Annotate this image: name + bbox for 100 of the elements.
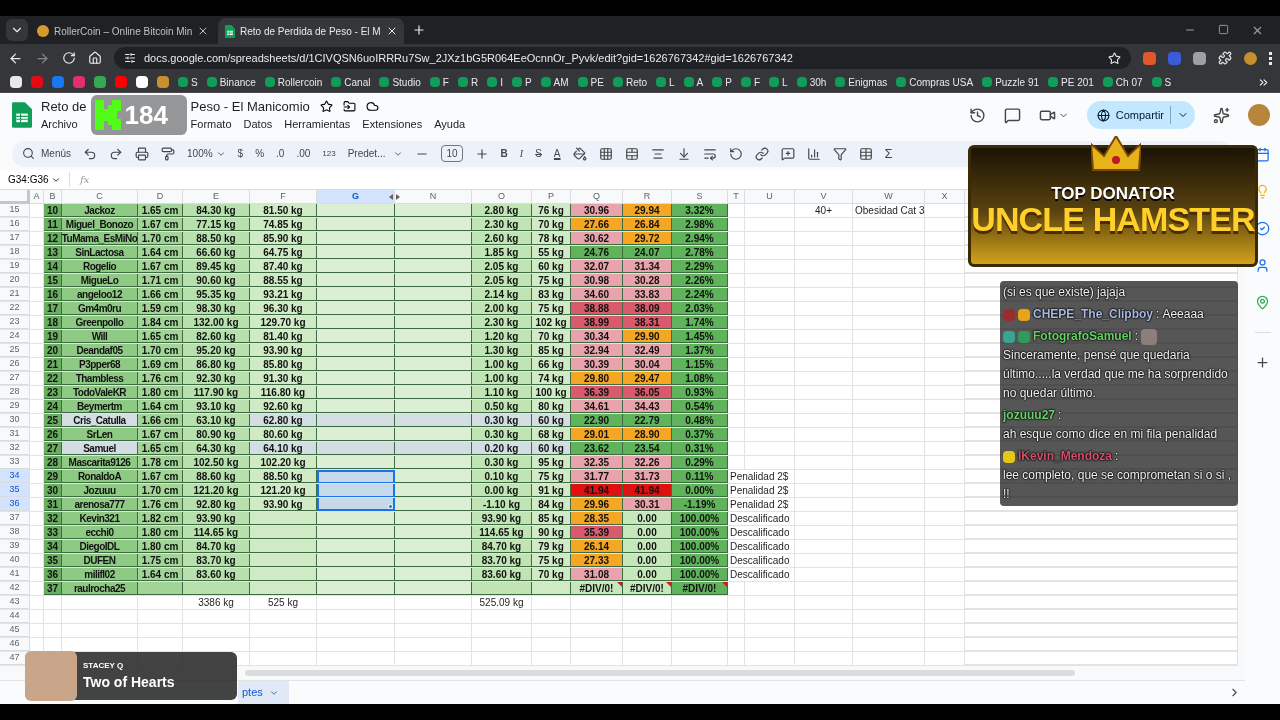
table-cell[interactable] [317,470,395,483]
table-cell[interactable] [317,498,395,511]
align-icon[interactable] [650,146,665,161]
menu-item[interactable]: Formato [190,115,232,133]
table-cell[interactable] [317,484,395,497]
row-header[interactable]: 31 [0,428,30,441]
filter-icon[interactable] [832,146,847,161]
bookmark-link[interactable]: Reto [612,74,648,90]
browser-tab[interactable]: Reto de Perdida de Peso - El M [218,18,404,44]
tab-list-button[interactable] [6,19,28,41]
menu-item[interactable]: Herramientas [284,115,351,133]
bookmark-favicon-icon[interactable] [136,76,148,88]
column-header[interactable]: T [728,190,745,204]
fill-handle[interactable] [388,504,393,509]
row-header[interactable]: 39 [0,540,30,553]
bookmark-link[interactable]: Puzzle 91 [982,74,1040,90]
browser-tab[interactable]: RollerCoin – Online Bitcoin Min [30,18,216,44]
wrap-text-icon[interactable] [702,146,717,161]
address-bar[interactable]: docs.google.com/spreadsheets/d/1CIVQSN6uoIRRRu7Sw_2JXz1bG5R064EeOcnnOr_Pyvk/edit?gid=1626767342#gid=1626767342 [114,47,1131,69]
cloud-status-icon[interactable] [365,100,379,114]
row-header[interactable]: 40 [0,554,30,567]
row-header[interactable]: 33 [0,456,30,469]
bookmark-star-icon[interactable] [1108,51,1121,65]
sparkle-icon[interactable] [1213,106,1230,124]
document-title[interactable]: Reto de [41,97,87,116]
row-header[interactable]: 15 [0,204,30,217]
borders-icon[interactable] [598,146,613,161]
row-header[interactable]: 41 [0,568,30,581]
row-header[interactable]: 23 [0,316,30,329]
row-header[interactable]: 16 [0,218,30,231]
hamster-extension-icon[interactable] [1244,51,1257,65]
row-header[interactable]: 24 [0,330,30,343]
bookmark-link[interactable]: F [740,74,761,90]
undo-icon[interactable] [83,146,97,161]
text-color-button[interactable]: A [553,146,561,161]
bookmark-link[interactable]: S [1151,74,1172,90]
text-rotation-icon[interactable] [728,146,743,161]
avatar-icon[interactable] [1248,104,1270,126]
row-header[interactable]: 29 [0,400,30,413]
bookmark-link[interactable]: Binance [206,74,256,90]
row-header[interactable]: 37 [0,512,30,525]
bookmark-favicon-icon[interactable] [10,76,22,88]
name-box[interactable]: G34:G36 [0,172,70,187]
menu-item[interactable]: Datos [243,115,273,133]
bookmark-link[interactable]: Studio [379,74,421,90]
functions-button[interactable]: Σ [884,143,893,164]
bookmark-link[interactable]: R [457,74,479,90]
tasks-icon[interactable] [1255,221,1270,236]
close-icon[interactable] [1251,24,1264,37]
bookmark-link[interactable]: Ch 07 [1102,74,1143,90]
bookmark-link[interactable]: PE [577,74,604,90]
row-header[interactable]: 46 [0,638,30,651]
italic-button[interactable]: I [519,146,524,161]
font-dropdown[interactable]: Predet... [347,146,404,161]
lightbulb-icon[interactable] [1255,184,1270,199]
bookmark-link[interactable]: AM [540,74,569,90]
row-header[interactable]: 19 [0,260,30,273]
column-header[interactable]: A [30,190,44,204]
row-header[interactable]: 25 [0,344,30,357]
redo-icon[interactable] [109,146,123,161]
bold-button[interactable]: B [500,146,508,161]
row-header[interactable]: 42 [0,582,30,595]
row-header[interactable]: 34 [0,470,30,483]
chart-icon[interactable] [806,146,821,161]
print-icon[interactable] [135,146,149,161]
history-icon[interactable] [968,106,986,124]
menu-item[interactable]: Ayuda [434,115,466,133]
column-header[interactable]: X [925,190,965,204]
row-header[interactable]: 36 [0,498,30,511]
horizontal-scrollbar[interactable] [245,670,1075,676]
calendar-icon[interactable] [1255,147,1270,162]
row-header[interactable]: 18 [0,246,30,259]
bookmark-link[interactable]: Rollercoin [264,74,323,90]
add-icon[interactable] [1255,355,1270,370]
fox-extension-icon[interactable] [1143,51,1156,65]
move-folder-icon[interactable] [342,100,356,114]
bookmark-link[interactable]: P [712,74,732,90]
document-title[interactable]: Peso - El Manicomio [190,97,310,116]
bookmark-link[interactable]: F [429,74,449,90]
extensions-icon[interactable] [1218,51,1232,65]
contacts-icon[interactable] [1255,258,1270,273]
add-comment-icon[interactable] [780,146,795,161]
forward-icon[interactable] [35,50,50,66]
currency-button[interactable]: $ [237,146,244,161]
bookmark-link[interactable]: Compras USA [896,74,974,90]
picture-extension-icon[interactable] [1193,51,1206,65]
vertical-align-icon[interactable] [676,146,691,161]
menu-item[interactable]: Extensiones [362,115,423,133]
menu-search-field[interactable]: Menús [22,146,71,161]
reload-icon[interactable] [62,51,76,65]
back-icon[interactable] [8,50,23,66]
comment-icon[interactable] [1003,106,1021,124]
number-format-button[interactable]: 123 [322,147,336,160]
map-pin-icon[interactable] [1255,295,1270,310]
menu-item[interactable]: Archivo [41,115,78,133]
column-header[interactable]: V [795,190,853,204]
zoom-dropdown[interactable]: 100% [187,146,226,161]
merge-cells-icon[interactable] [624,146,639,161]
row-header[interactable]: 22 [0,302,30,315]
new-tab-icon[interactable] [412,23,426,37]
